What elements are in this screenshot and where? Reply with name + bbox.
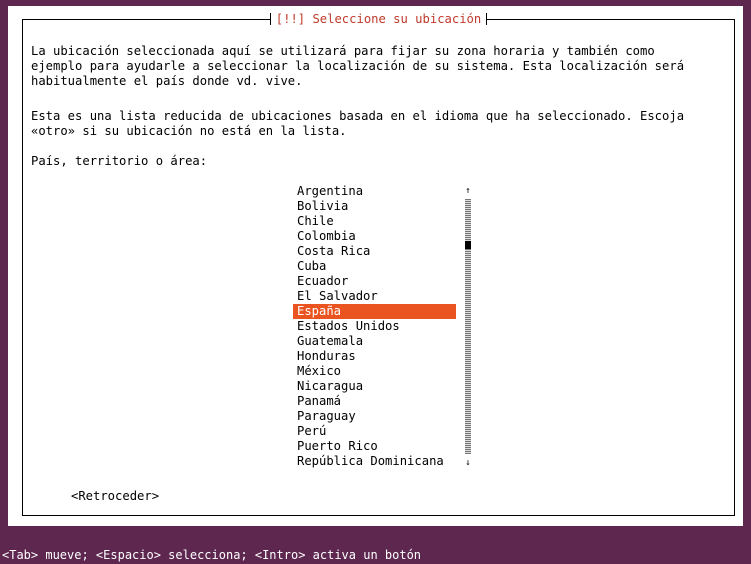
- description-line-1: La ubicación seleccionada aquí se utiliz…: [31, 44, 655, 58]
- installer-dialog: [!!] Seleccione su ubicación La ubicació…: [8, 6, 743, 526]
- country-option[interactable]: España: [293, 304, 456, 319]
- country-option[interactable]: Colombia: [293, 229, 456, 244]
- country-option[interactable]: Puerto Rico: [293, 439, 456, 454]
- dialog-title: [!!] Seleccione su ubicación: [270, 12, 487, 26]
- scrollbar-thumb[interactable]: [465, 241, 471, 249]
- country-option[interactable]: México: [293, 364, 456, 379]
- country-option[interactable]: Honduras: [293, 349, 456, 364]
- country-prompt: País, territorio o área:: [31, 154, 208, 168]
- status-bar: <Tab> mueve; <Espacio> selecciona; <Intr…: [0, 547, 751, 564]
- back-button[interactable]: <Retroceder>: [71, 489, 159, 504]
- dialog-title-bar: [!!] Seleccione su ubicación: [23, 12, 734, 27]
- country-list[interactable]: Argentina Bolivia Chile Colombia Costa Rica C…: [293, 184, 456, 469]
- scrollbar-track[interactable]: [465, 199, 471, 454]
- info-line-2: «otro» si su ubicación no está en la lis…: [31, 124, 347, 138]
- country-option[interactable]: Estados Unidos: [293, 319, 456, 334]
- country-option[interactable]: Chile: [293, 214, 456, 229]
- country-option[interactable]: El Salvador: [293, 289, 456, 304]
- scrollbar[interactable]: ↑ ↓: [465, 184, 471, 469]
- country-option[interactable]: Perú: [293, 424, 456, 439]
- country-option[interactable]: Panamá: [293, 394, 456, 409]
- country-option[interactable]: Bolivia: [293, 199, 456, 214]
- country-option[interactable]: Cuba: [293, 259, 456, 274]
- scroll-up-arrow-icon[interactable]: ↑: [464, 185, 472, 197]
- description-line-2: ejemplo para ayudarle a seleccionar la l…: [31, 59, 685, 73]
- country-option[interactable]: Costa Rica: [293, 244, 456, 259]
- country-option[interactable]: Nicaragua: [293, 379, 456, 394]
- scroll-down-arrow-icon[interactable]: ↓: [464, 457, 472, 469]
- info-line-1: Esta es una lista reducida de ubicacione…: [31, 109, 685, 123]
- country-option[interactable]: Guatemala: [293, 334, 456, 349]
- description-line-3: habitualmente el país donde vd. vive.: [31, 74, 303, 88]
- country-option[interactable]: Paraguay: [293, 409, 456, 424]
- country-option[interactable]: República Dominicana: [293, 454, 456, 469]
- country-option[interactable]: Argentina: [293, 184, 456, 199]
- country-option[interactable]: Ecuador: [293, 274, 456, 289]
